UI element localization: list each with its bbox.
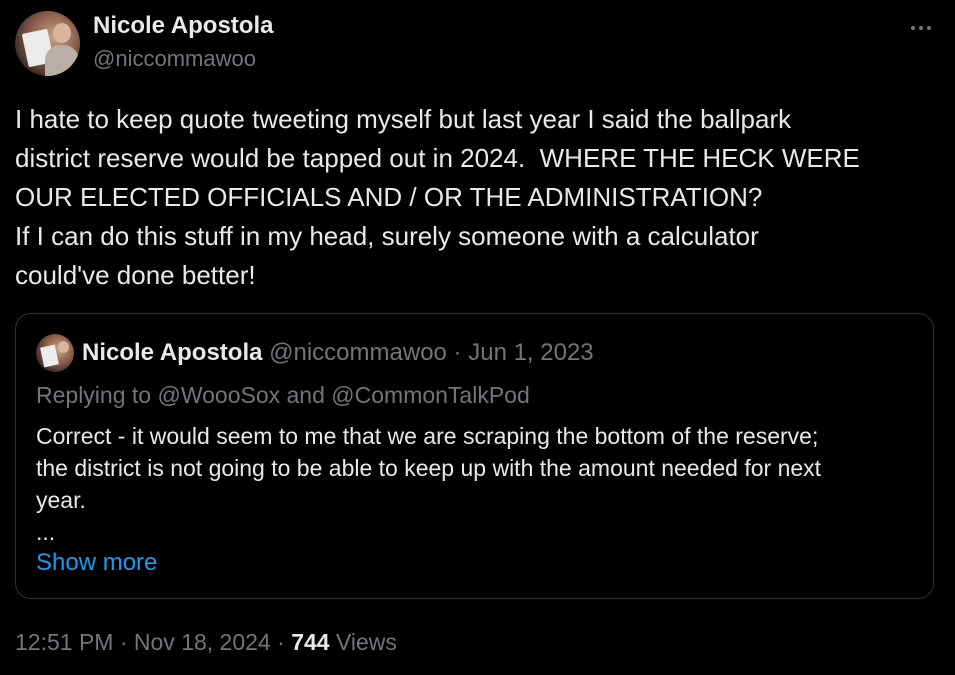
author-avatar[interactable]	[15, 11, 80, 76]
avatar-face-shape	[53, 23, 71, 43]
replying-mention-1: @WoooSox	[157, 382, 281, 408]
quoted-author-avatar	[36, 334, 74, 372]
views-count: 744	[291, 629, 330, 655]
author-handle[interactable]: @niccommawoo	[93, 46, 256, 72]
quoted-tweet-header: Nicole Apostola @niccommawoo · Jun 1, 20…	[82, 338, 594, 368]
author-name[interactable]: Nicole Apostola	[93, 12, 273, 40]
replying-prefix: Replying to	[36, 382, 158, 408]
more-options-icon[interactable]	[903, 14, 939, 42]
footer-separator: ·	[270, 629, 292, 655]
avatar-shirt-shape	[45, 45, 79, 76]
more-dot	[911, 26, 915, 30]
replying-mention-2: @CommonTalkPod	[331, 382, 530, 408]
quoted-author-name: Nicole Apostola	[82, 339, 263, 366]
tweet-date[interactable]: Nov 18, 2024	[134, 629, 271, 655]
quoted-tweet-date: Jun 1, 2023	[468, 339, 594, 366]
meta-separator: ·	[446, 339, 469, 366]
replying-and: and	[280, 382, 332, 408]
tweet-footer: 12:51 PM · Nov 18, 2024 · 744 Views	[15, 627, 397, 657]
avatar-paper-shape	[40, 344, 59, 368]
more-dot	[919, 26, 923, 30]
quoted-tweet-card[interactable]: Nicole Apostola @niccommawoo · Jun 1, 20…	[15, 313, 934, 599]
footer-separator: ·	[113, 629, 134, 655]
show-more-link[interactable]: Show more	[36, 548, 157, 578]
more-dot	[927, 26, 931, 30]
tweet-time[interactable]: 12:51 PM	[15, 629, 113, 655]
quoted-author-handle: @niccommawoo	[269, 339, 447, 366]
replying-to-line: Replying to @WoooSox and @CommonTalkPod	[36, 380, 530, 410]
views-label: Views	[329, 629, 397, 655]
quoted-tweet-text: Correct - it would seem to me that we ar…	[36, 423, 822, 545]
avatar-face-shape	[58, 341, 69, 353]
tweet-text: I hate to keep quote tweeting myself but…	[15, 104, 860, 290]
